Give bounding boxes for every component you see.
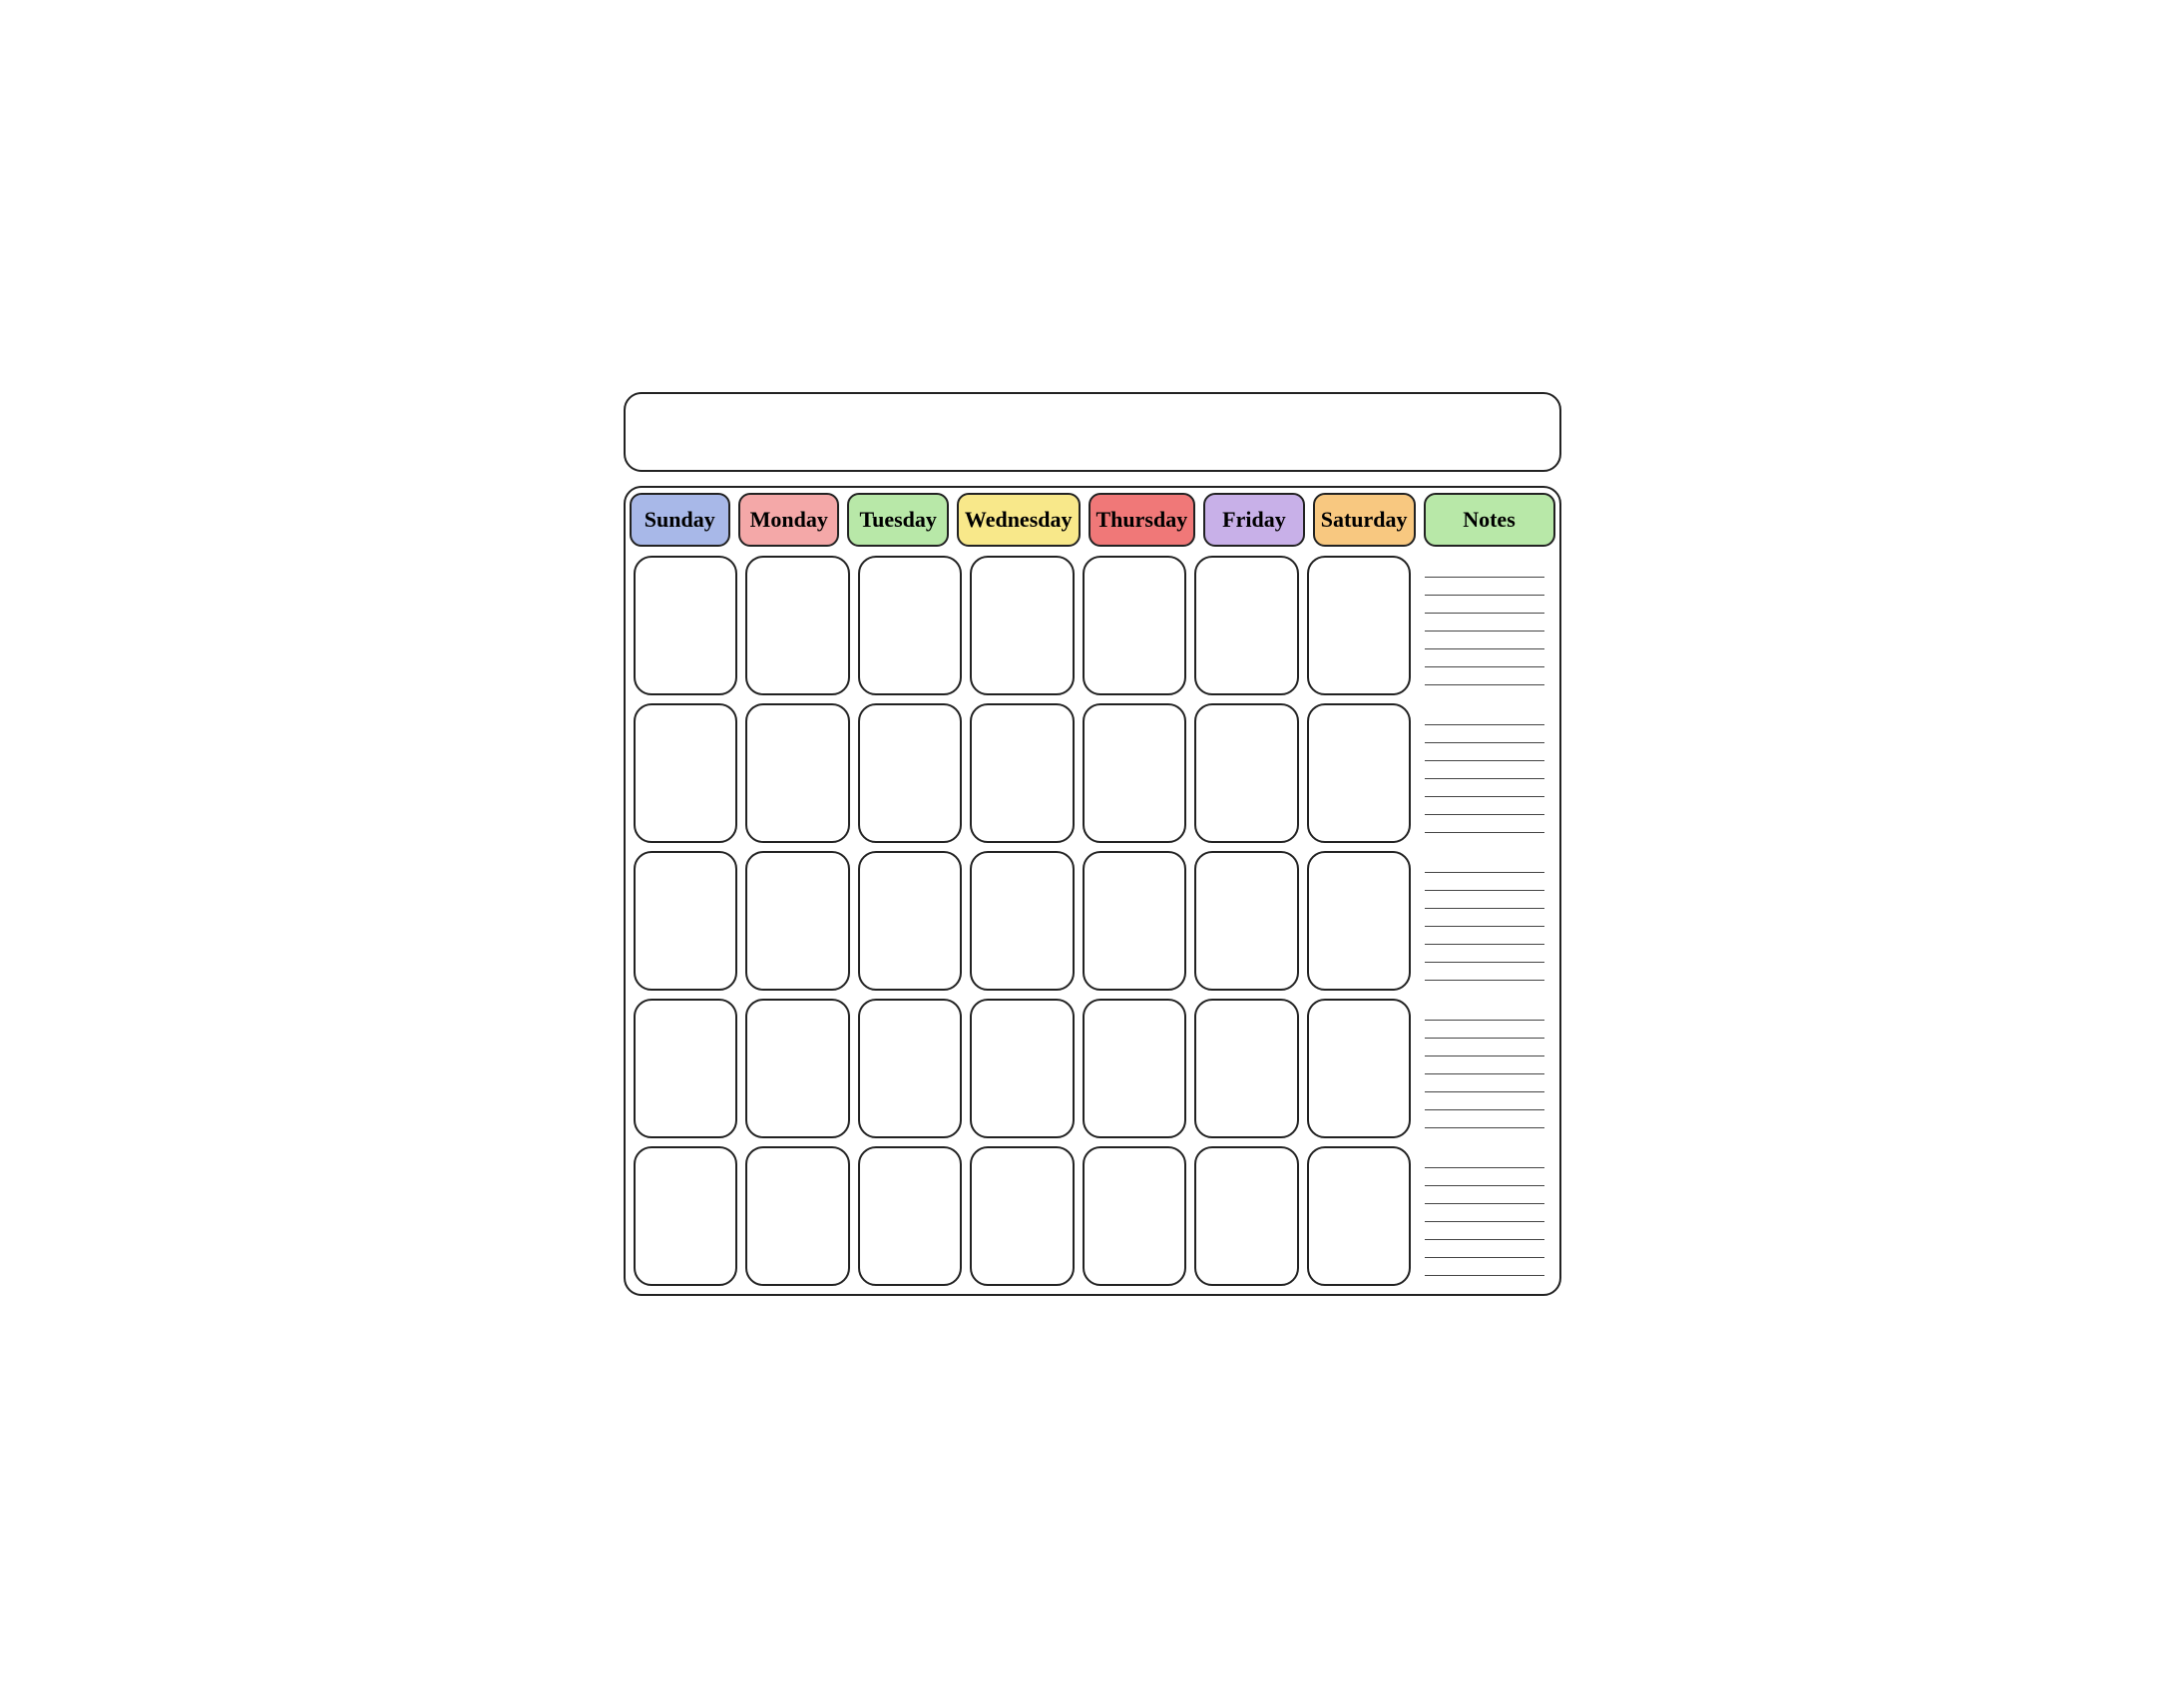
- day-cell[interactable]: [745, 1146, 850, 1286]
- day-cell[interactable]: [858, 999, 963, 1138]
- notes-line[interactable]: [1425, 909, 1544, 927]
- notes-line[interactable]: [1425, 667, 1544, 685]
- day-cell[interactable]: [970, 999, 1075, 1138]
- day-cell[interactable]: [970, 703, 1075, 843]
- notes-lines-group: [1419, 699, 1550, 847]
- calendar-row: [630, 847, 1555, 995]
- day-cell[interactable]: [745, 999, 850, 1138]
- notes-line[interactable]: [1425, 927, 1544, 945]
- day-cell[interactable]: [970, 1146, 1075, 1286]
- notes-line[interactable]: [1425, 1150, 1544, 1168]
- day-cell[interactable]: [634, 999, 738, 1138]
- notes-line[interactable]: [1425, 779, 1544, 797]
- notes-line[interactable]: [1425, 1039, 1544, 1056]
- notes-line[interactable]: [1425, 1186, 1544, 1204]
- calendar-row: [630, 995, 1555, 1142]
- day-cell[interactable]: [1307, 1146, 1412, 1286]
- notes-line[interactable]: [1425, 649, 1544, 667]
- notes-lines-group: [1419, 1142, 1550, 1290]
- header-sunday: Sunday: [630, 493, 730, 547]
- day-cell[interactable]: [970, 851, 1075, 991]
- notes-line[interactable]: [1425, 596, 1544, 614]
- day-cell[interactable]: [1083, 703, 1187, 843]
- notes-line[interactable]: [1425, 1258, 1544, 1276]
- header-tuesday: Tuesday: [847, 493, 948, 547]
- day-cell[interactable]: [1194, 851, 1299, 991]
- header-wednesday: Wednesday: [957, 493, 1081, 547]
- day-cell[interactable]: [745, 556, 850, 695]
- day-cell[interactable]: [1083, 851, 1187, 991]
- day-cell[interactable]: [1083, 999, 1187, 1138]
- header-row: Sunday Monday Tuesday Wednesday Thursday…: [626, 488, 1559, 552]
- day-cell[interactable]: [634, 851, 738, 991]
- notes-line[interactable]: [1425, 632, 1544, 649]
- notes-line[interactable]: [1425, 614, 1544, 632]
- notes-line[interactable]: [1425, 1092, 1544, 1110]
- rows-area: [626, 552, 1559, 1294]
- day-cell[interactable]: [858, 1146, 963, 1286]
- day-cell[interactable]: [1194, 1146, 1299, 1286]
- day-cell[interactable]: [1307, 851, 1412, 991]
- notes-line[interactable]: [1425, 707, 1544, 725]
- notes-line[interactable]: [1425, 1021, 1544, 1039]
- day-cell[interactable]: [858, 703, 963, 843]
- day-cell[interactable]: [1307, 999, 1412, 1138]
- notes-line[interactable]: [1425, 725, 1544, 743]
- calendar-row: [630, 699, 1555, 847]
- notes-lines-group: [1419, 847, 1550, 995]
- calendar-wrapper: Sunday Monday Tuesday Wednesday Thursday…: [594, 362, 1591, 1326]
- notes-line[interactable]: [1425, 1003, 1544, 1021]
- day-cell[interactable]: [1083, 556, 1187, 695]
- notes-line[interactable]: [1425, 1074, 1544, 1092]
- header-friday: Friday: [1203, 493, 1304, 547]
- notes-line[interactable]: [1425, 1204, 1544, 1222]
- notes-line[interactable]: [1425, 945, 1544, 963]
- day-cell[interactable]: [745, 851, 850, 991]
- day-cell[interactable]: [634, 703, 738, 843]
- calendar-grid: Sunday Monday Tuesday Wednesday Thursday…: [624, 486, 1561, 1296]
- notes-line[interactable]: [1425, 1110, 1544, 1128]
- notes-line[interactable]: [1425, 1222, 1544, 1240]
- notes-lines-group: [1419, 995, 1550, 1142]
- header-saturday: Saturday: [1313, 493, 1416, 547]
- day-cell[interactable]: [1194, 703, 1299, 843]
- header-notes: Notes: [1424, 493, 1555, 547]
- notes-line[interactable]: [1425, 560, 1544, 578]
- notes-line[interactable]: [1425, 963, 1544, 981]
- day-cell[interactable]: [1194, 556, 1299, 695]
- notes-line[interactable]: [1425, 797, 1544, 815]
- calendar-row: [630, 1142, 1555, 1290]
- day-cell[interactable]: [634, 556, 738, 695]
- header-thursday: Thursday: [1089, 493, 1196, 547]
- notes-line[interactable]: [1425, 1168, 1544, 1186]
- day-cell[interactable]: [1307, 703, 1412, 843]
- day-cell[interactable]: [970, 556, 1075, 695]
- notes-line[interactable]: [1425, 761, 1544, 779]
- notes-line[interactable]: [1425, 1056, 1544, 1074]
- notes-line[interactable]: [1425, 743, 1544, 761]
- notes-lines-group: [1419, 552, 1550, 699]
- notes-line[interactable]: [1425, 891, 1544, 909]
- day-cell[interactable]: [745, 703, 850, 843]
- day-cell[interactable]: [858, 851, 963, 991]
- notes-line[interactable]: [1425, 1240, 1544, 1258]
- day-cell[interactable]: [634, 1146, 738, 1286]
- header-monday: Monday: [738, 493, 839, 547]
- day-cell[interactable]: [1194, 999, 1299, 1138]
- notes-line[interactable]: [1425, 873, 1544, 891]
- notes-line[interactable]: [1425, 855, 1544, 873]
- day-cell[interactable]: [1307, 556, 1412, 695]
- notes-line[interactable]: [1425, 815, 1544, 833]
- calendar-row: [630, 552, 1555, 699]
- title-bar[interactable]: [624, 392, 1561, 472]
- notes-line[interactable]: [1425, 578, 1544, 596]
- day-cell[interactable]: [858, 556, 963, 695]
- day-cell[interactable]: [1083, 1146, 1187, 1286]
